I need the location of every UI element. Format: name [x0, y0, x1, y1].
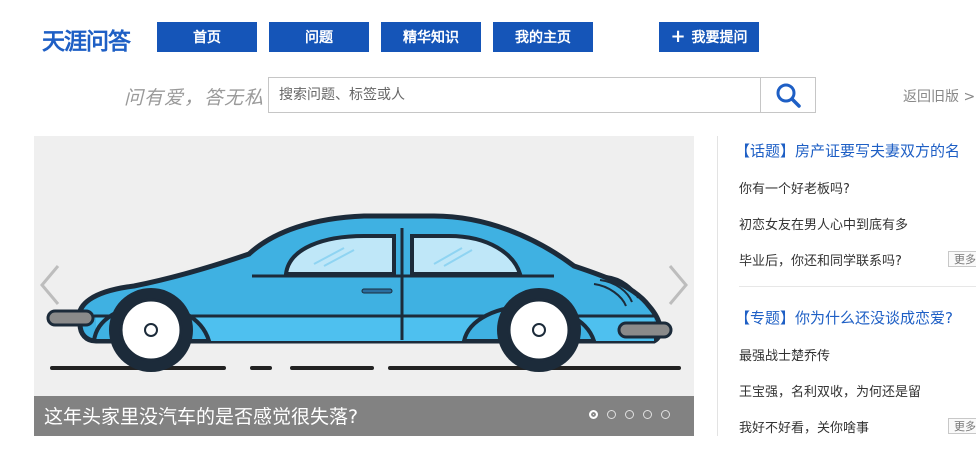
search-icon	[776, 83, 801, 108]
topic-more-button[interactable]: 更多	[948, 251, 976, 267]
nav-featured-button[interactable]: 精华知识	[381, 22, 481, 52]
divider	[739, 286, 976, 287]
list-item[interactable]: 初恋女友在男人心中到底有多	[739, 214, 908, 233]
carousel-prev-arrow-icon[interactable]	[36, 260, 66, 310]
carousel-dot[interactable]	[607, 410, 616, 419]
nav-my-home-button[interactable]: 我的主页	[493, 22, 593, 52]
carousel-dot[interactable]	[625, 410, 634, 419]
old-version-link[interactable]: 返回旧版 >>	[903, 86, 976, 106]
search-input[interactable]	[269, 78, 759, 112]
list-item[interactable]: 你有一个好老板吗?	[739, 178, 850, 197]
carousel-dot[interactable]	[643, 410, 652, 419]
ask-question-label: 我要提问	[691, 30, 748, 46]
ask-question-button[interactable]: + 我要提问	[659, 22, 759, 52]
nav-questions-button[interactable]: 问题	[269, 22, 369, 52]
list-item[interactable]: 我好不好看，关你啥事	[739, 417, 869, 436]
special-panel: 【专题】你为什么还没谈成恋爱? 最强战士楚乔传 王宝强，名利双收，为何还是留 我…	[735, 307, 976, 436]
plus-icon: +	[670, 26, 686, 47]
carousel-caption-bar: 这年头家里没汽车的是否感觉很失落?	[34, 396, 694, 436]
search-box	[268, 77, 816, 113]
list-item[interactable]: 最强战士楚乔传	[739, 345, 830, 364]
list-item[interactable]: 毕业后，你还和同学联系吗?	[739, 250, 902, 269]
site-logo[interactable]: 天涯问答	[42, 22, 131, 56]
column-divider	[717, 136, 718, 436]
topic-title[interactable]: 【话题】房产证要写夫妻双方的名	[735, 140, 976, 161]
carousel-dot[interactable]	[589, 410, 598, 419]
carousel-dots	[589, 410, 670, 419]
carousel-caption[interactable]: 这年头家里没汽车的是否感觉很失落?	[44, 402, 358, 429]
blue-car-illustration[interactable]	[34, 136, 694, 436]
search-button[interactable]	[760, 78, 815, 112]
carousel-next-arrow-icon[interactable]	[662, 260, 692, 310]
carousel-dot[interactable]	[661, 410, 670, 419]
topic-panel: 【话题】房产证要写夫妻双方的名 你有一个好老板吗? 初恋女友在男人心中到底有多 …	[735, 140, 976, 287]
slogan: 问有爱，答无私	[124, 87, 265, 109]
carousel: 这年头家里没汽车的是否感觉很失落?	[34, 136, 694, 436]
special-more-button[interactable]: 更多	[948, 418, 976, 434]
list-item[interactable]: 王宝强，名利双收，为何还是留	[739, 381, 921, 400]
special-title[interactable]: 【专题】你为什么还没谈成恋爱?	[735, 307, 976, 328]
nav-home-button[interactable]: 首页	[157, 22, 257, 52]
